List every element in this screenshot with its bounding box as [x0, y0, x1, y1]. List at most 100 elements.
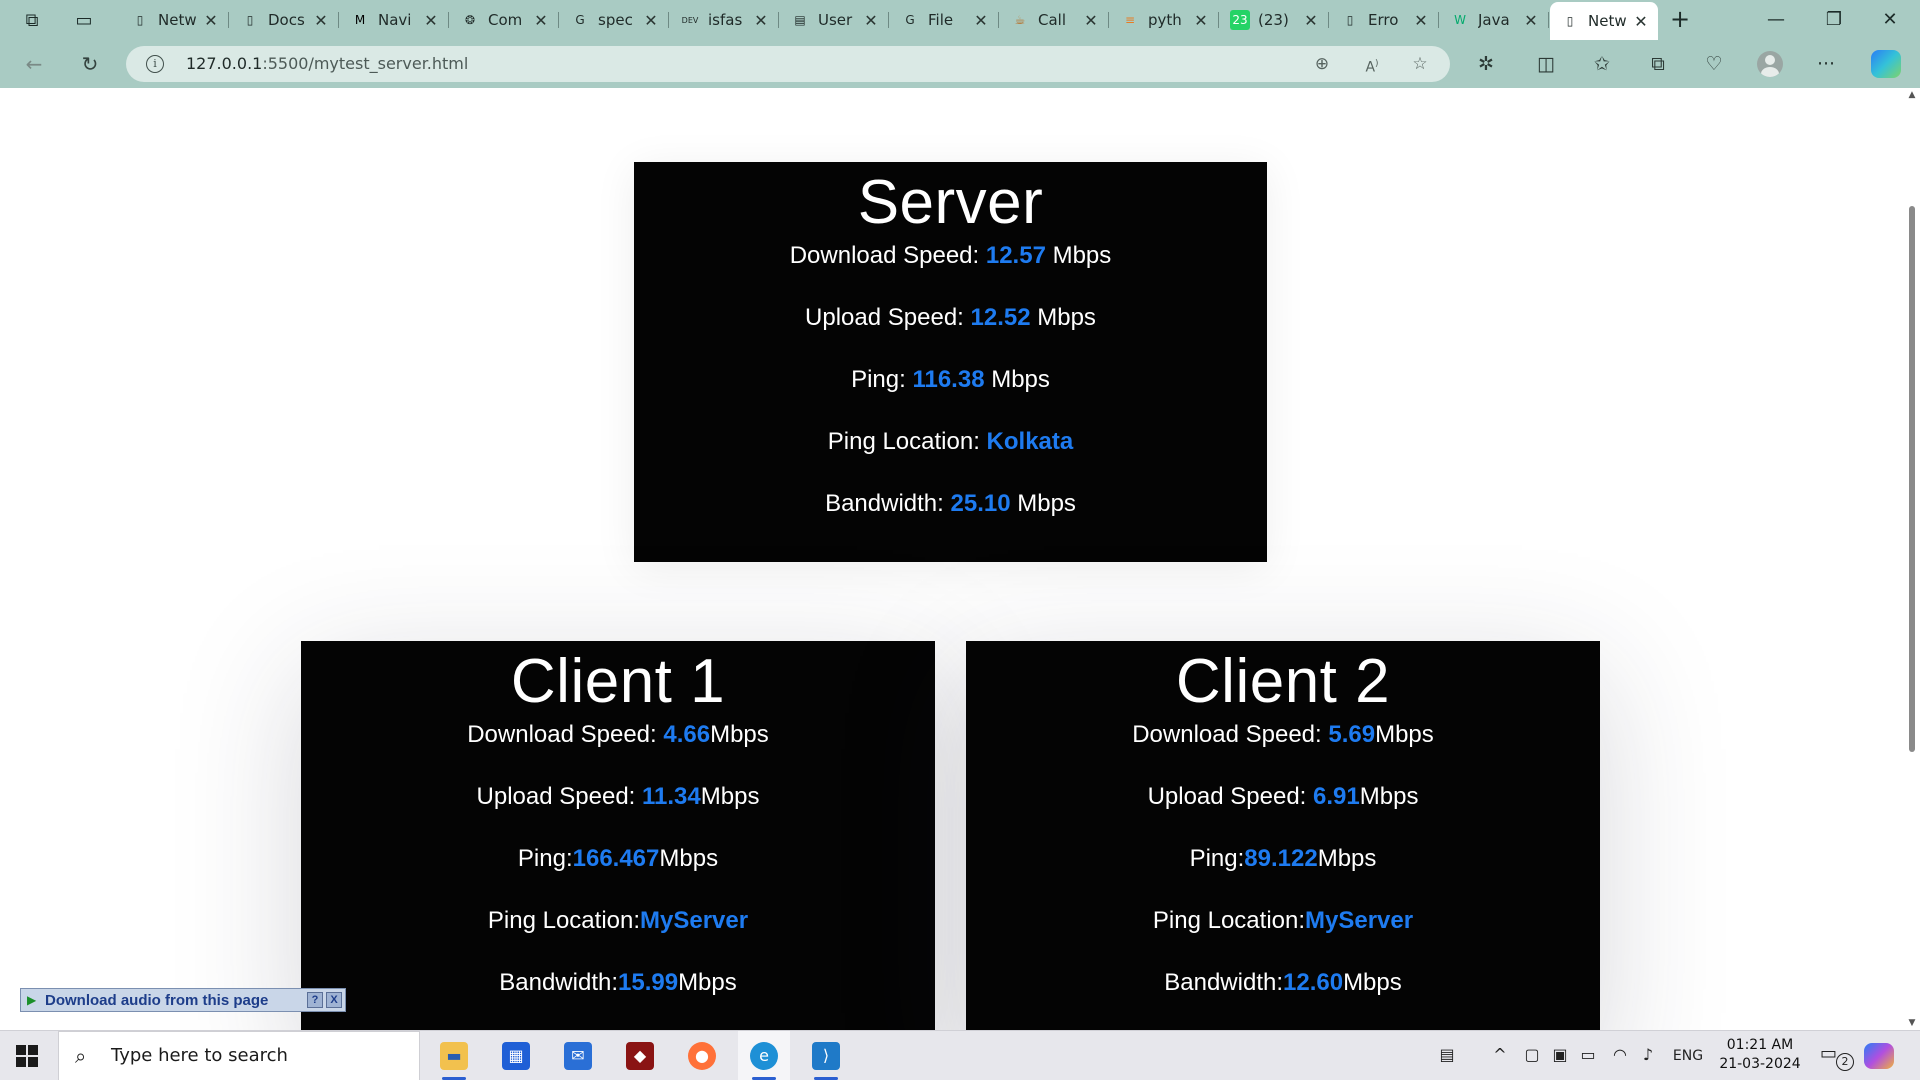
- wifi-icon[interactable]: ◠: [1610, 1045, 1630, 1067]
- url-text[interactable]: 127.0.0.1:5500/mytest_server.html: [186, 54, 468, 73]
- microsoft-store-app[interactable]: ▦: [490, 1031, 542, 1080]
- show-hidden-icons-chevron-icon[interactable]: ^: [1490, 1045, 1510, 1067]
- new-tab-button[interactable]: +: [1664, 4, 1696, 36]
- page-scrollbar[interactable]: ▲ ▼: [1904, 88, 1920, 1030]
- client1-upload-value: 11.34: [642, 783, 701, 810]
- browser-tab[interactable]: ▯ Netw ✕: [120, 4, 229, 36]
- battery-icon[interactable]: ▭: [1578, 1045, 1598, 1067]
- split-screen-icon[interactable]: ◫: [1532, 50, 1560, 78]
- close-tab-icon[interactable]: ✕: [642, 11, 660, 30]
- browser-tab[interactable]: ▯ Docs ✕: [230, 4, 339, 36]
- tab-separator: [888, 12, 889, 28]
- google-icon: G: [905, 13, 915, 27]
- browser-tab[interactable]: M Navi ✕: [340, 4, 449, 36]
- search-icon: ⌕: [75, 1044, 87, 1068]
- display-icon[interactable]: ▣: [1550, 1045, 1570, 1067]
- more-menu-icon[interactable]: ···: [1812, 50, 1840, 78]
- close-tab-icon[interactable]: ✕: [862, 11, 880, 30]
- download-audio-bar[interactable]: ▶ Download audio from this page ? X: [20, 988, 346, 1012]
- close-tab-icon[interactable]: ✕: [532, 11, 550, 30]
- client1-ping-row: Ping:166.467Mbps: [301, 841, 935, 903]
- tab-separator: [558, 12, 559, 28]
- address-bar[interactable]: i 127.0.0.1:5500/mytest_server.html ⊕ A)…: [126, 46, 1450, 82]
- tab-bar: ⧉ ▭ ▯ Netw ✕ ▯ Docs ✕ M Navi ✕ ❂ Com ✕ Gspec ✕ DEV isfa…: [0, 0, 1920, 40]
- windows-start-icon[interactable]: [16, 1045, 38, 1067]
- close-tab-icon[interactable]: ✕: [202, 11, 220, 30]
- browser-tab[interactable]: Gspec ✕: [560, 4, 669, 36]
- zoom-icon[interactable]: ⊕: [1310, 52, 1334, 76]
- tab-title: (23): [1258, 11, 1289, 29]
- close-tab-icon[interactable]: ✕: [1192, 11, 1210, 30]
- vscode-app[interactable]: ⟩: [800, 1031, 852, 1080]
- language-indicator[interactable]: ENG: [1668, 1045, 1708, 1067]
- chatgpt-icon: ❂: [464, 13, 476, 27]
- read-aloud-icon[interactable]: A): [1360, 52, 1384, 76]
- tab-actions-icon[interactable]: ▭: [64, 0, 104, 40]
- camera-icon[interactable]: ▢: [1522, 1045, 1542, 1067]
- browser-tab[interactable]: ▯ Erro ✕: [1330, 4, 1439, 36]
- w3schools-icon: W: [1454, 13, 1466, 27]
- browser-tab[interactable]: DEV isfas ✕: [670, 4, 779, 36]
- firefox-app[interactable]: ●: [676, 1031, 728, 1080]
- close-tab-icon[interactable]: ✕: [1522, 11, 1540, 30]
- restore-button[interactable]: ❐: [1806, 0, 1862, 40]
- browser-essentials-icon[interactable]: ♡: [1700, 50, 1728, 78]
- server-bandwidth-label: Bandwidth:: [825, 490, 951, 517]
- url-path: :5500/mytest_server.html: [262, 54, 469, 73]
- client2-upload-label: Upload Speed:: [1147, 783, 1314, 810]
- notifications-icon[interactable]: ▭ 2: [1820, 1043, 1854, 1071]
- close-download-bar-button[interactable]: X: [326, 992, 342, 1008]
- scrollbar-thumb[interactable]: [1909, 206, 1915, 752]
- volume-icon[interactable]: ♪: [1638, 1045, 1658, 1067]
- close-tab-icon[interactable]: ✕: [422, 11, 440, 30]
- client1-download-unit: Mbps: [710, 721, 769, 748]
- back-icon[interactable]: ←: [18, 48, 50, 80]
- close-tab-icon[interactable]: ✕: [312, 11, 330, 30]
- taskbar-clock[interactable]: 01:21 AM 21-03-2024: [1714, 1036, 1806, 1074]
- copilot-icon[interactable]: [1871, 50, 1901, 78]
- tab-separator: [778, 12, 779, 28]
- workspaces-icon[interactable]: ⧉: [12, 0, 52, 40]
- browser-tab[interactable]: ≡ pyth ✕: [1110, 4, 1219, 36]
- play-icon[interactable]: ▶: [27, 993, 41, 1007]
- download-audio-label[interactable]: Download audio from this page: [45, 992, 307, 1009]
- close-tab-icon[interactable]: ✕: [972, 11, 990, 30]
- close-tab-icon[interactable]: ✕: [752, 11, 770, 30]
- close-tab-icon[interactable]: ✕: [1082, 11, 1100, 30]
- browser-tab[interactable]: ☕ Call ✕: [1000, 4, 1109, 36]
- red-app[interactable]: ◆: [614, 1031, 666, 1080]
- client1-ping-label: Ping:: [517, 845, 573, 872]
- scroll-down-icon[interactable]: ▼: [1904, 1018, 1920, 1028]
- refresh-icon[interactable]: ↻: [74, 48, 106, 80]
- browser-tab[interactable]: 23 (23) ✕: [1220, 4, 1329, 36]
- file-explorer-app[interactable]: ▬: [428, 1031, 480, 1080]
- scroll-up-icon[interactable]: ▲: [1904, 90, 1920, 100]
- browser-tab[interactable]: ▯ Netw ✕: [1550, 2, 1658, 40]
- minimize-button[interactable]: —: [1748, 0, 1804, 40]
- mail-app[interactable]: ✉: [552, 1031, 604, 1080]
- news-widget-icon[interactable]: ▤: [1432, 1045, 1462, 1067]
- close-window-button[interactable]: ✕: [1862, 0, 1918, 40]
- close-tab-icon[interactable]: ✕: [1412, 11, 1430, 30]
- browser-tab[interactable]: ▤ User ✕: [780, 4, 889, 36]
- help-button[interactable]: ?: [307, 992, 323, 1008]
- collections-icon[interactable]: ⧉: [1644, 50, 1672, 78]
- favorite-star-icon[interactable]: ☆: [1408, 52, 1432, 76]
- profile-avatar[interactable]: [1757, 51, 1783, 77]
- server-title: Server: [857, 168, 1044, 237]
- copilot-preview-icon[interactable]: [1864, 1043, 1894, 1069]
- taskbar-search-box[interactable]: ⌕ Type here to search: [58, 1031, 420, 1080]
- edge-app[interactable]: e: [738, 1031, 790, 1080]
- extensions-icon[interactable]: ✲: [1472, 50, 1500, 78]
- client1-location-label: Ping Location:: [487, 907, 641, 934]
- close-tab-icon[interactable]: ✕: [1302, 11, 1320, 30]
- site-info-icon[interactable]: i: [146, 55, 164, 73]
- client2-ping-row: Ping:89.122Mbps: [966, 841, 1600, 903]
- favorites-icon[interactable]: ✩: [1588, 50, 1616, 78]
- browser-tab[interactable]: G File ✕: [890, 4, 999, 36]
- browser-tab[interactable]: ❂ Com ✕: [450, 4, 559, 36]
- tab-separator: [668, 12, 669, 28]
- close-tab-icon[interactable]: ✕: [1632, 12, 1650, 31]
- browser-tab[interactable]: W Java ✕: [1440, 4, 1549, 36]
- notification-count-badge: 2: [1836, 1053, 1854, 1071]
